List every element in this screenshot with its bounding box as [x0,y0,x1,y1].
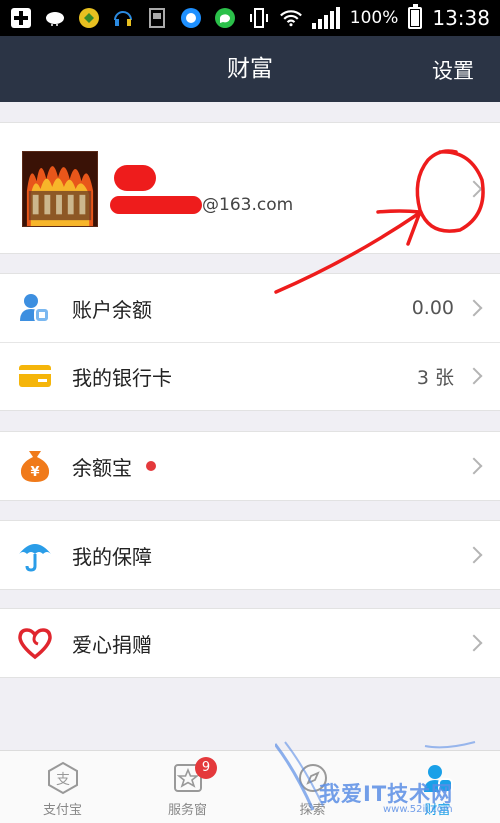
signal-icon [311,7,340,29]
notification-badge: 9 [195,757,217,779]
notification-dot [146,461,156,471]
chat-icon [214,7,236,29]
row-label: 我的保障 [72,544,152,569]
wifi-icon [279,7,302,29]
page-title: 财富 [227,56,273,82]
battery-icon [408,4,423,29]
vibrate-icon [248,7,270,29]
chevron-right-icon [465,546,483,564]
group-account: 账户余额 0.00 我的银行卡 3 张 [0,273,500,411]
clock: 13:38 [432,6,490,30]
tab-label: 探索 [299,803,326,818]
list-item-yuebao[interactable]: ¥ 余额宝 [0,432,500,500]
chevron-right-icon [465,634,483,652]
tab-label: 服务窗 [167,803,207,818]
chevron-right-icon [465,180,483,198]
bank-card-icon [18,359,52,393]
explore-icon [295,761,331,795]
headset-icon [112,7,134,29]
group-yuebao: ¥ 余额宝 [0,431,500,501]
list-item-bank-card[interactable]: 我的银行卡 3 张 [0,342,500,410]
plus-icon [10,7,32,29]
name-redaction [114,165,156,191]
row-label: 账户余额 [72,297,152,322]
list-item-my-protection[interactable]: 我的保障 [0,521,500,589]
tab-alipay[interactable]: 支 支付宝 [0,751,125,823]
umbrella-icon [18,538,52,572]
list-item-love-donation[interactable]: 爱心捐赠 [0,609,500,677]
settings-button[interactable]: 设置 [432,36,474,106]
tab-label: 财富 [424,803,451,818]
tab-bar: 支 支付宝 9 服务窗 探索 财富 [0,750,500,823]
money-bag-icon: ¥ [18,449,52,483]
wealth-icon [420,761,456,795]
account-balance-icon [18,291,52,325]
row-label: 余额宝 [72,455,132,480]
svg-text:¥: ¥ [30,465,39,480]
alipay-icon: 支 [45,761,81,795]
chevron-right-icon [465,299,483,317]
svg-text:支: 支 [56,772,70,788]
title-bar: 财富 设置 [0,36,500,102]
battery-percent: 100% [349,8,399,28]
row-value: 3 张 [416,366,454,389]
group-donation: 爱心捐赠 [0,608,500,678]
account-email: @163.com [202,195,294,215]
row-label: 我的银行卡 [72,365,172,390]
chevron-right-icon [465,367,483,385]
chevron-right-icon [465,457,483,475]
tab-explore[interactable]: 探索 [250,751,375,823]
email-redaction [110,196,202,214]
sim-icon [146,7,168,29]
list-item-account-balance[interactable]: 账户余额 0.00 [0,274,500,342]
row-label: 爱心捐赠 [72,632,152,657]
group-protection: 我的保障 [0,520,500,590]
row-value: 0.00 [411,297,454,319]
shield-icon [78,7,100,29]
tab-wealth[interactable]: 财富 [375,751,500,823]
status-bar: 100% 13:38 [0,0,500,36]
profile-card[interactable]: @163.com [0,122,500,254]
qq-browser-icon [180,7,202,29]
heart-icon [18,626,52,660]
avatar [22,151,98,227]
tab-label: 支付宝 [42,803,82,818]
cloud-icon [44,7,66,29]
tab-service-window[interactable]: 9 服务窗 [125,751,250,823]
